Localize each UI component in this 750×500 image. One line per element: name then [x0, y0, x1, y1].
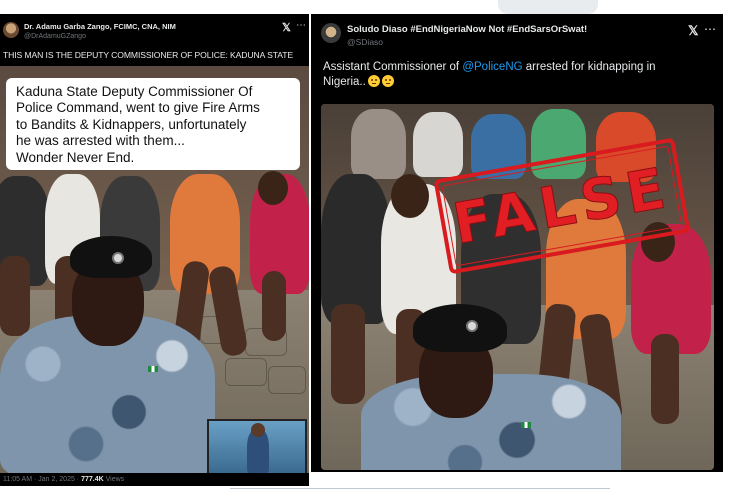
tweet-text-start: Assistant Commissioner of	[323, 61, 463, 73]
tweet-text-line2: Nigeria..	[323, 76, 366, 88]
timestamp[interactable]: 11:05 AM · Jan 2, 2025 ·	[3, 476, 79, 483]
top-decoration	[498, 0, 598, 14]
avatar[interactable]	[3, 22, 19, 38]
x-logo-icon: 𝕏	[282, 22, 291, 34]
x-logo-icon: 𝕏	[688, 23, 699, 38]
tweet-footer: 11:05 AM · Jan 2, 2025 · 777.4K Views	[3, 476, 124, 483]
tweet-photo[interactable]: Kaduna State Deputy Commissioner Of Poli…	[0, 66, 309, 473]
more-icon[interactable]: ⋯	[296, 20, 306, 31]
caption-line: he was arrested with them...	[16, 133, 185, 149]
author-name[interactable]: Soludo Diaso #EndNigeriaNow Not #EndSars…	[347, 24, 587, 35]
views-label: Views	[105, 476, 125, 483]
caption-line: Wonder Never End.	[16, 149, 135, 165]
thinking-face-emoji	[381, 75, 394, 87]
author-handle[interactable]: @DrAdamuGZango	[24, 33, 86, 40]
caption-line: Police Command, went to give Fire Arms	[16, 100, 260, 116]
tweet-headline: THIS MAN IS THE DEPUTY COMMISSIONER OF P…	[3, 50, 293, 60]
views-count: 777.4K	[81, 476, 104, 483]
author-handle[interactable]: @SDiaso	[347, 37, 383, 47]
caption-box: Kaduna State Deputy Commissioner Of Poli…	[6, 78, 300, 170]
avatar[interactable]	[321, 23, 341, 43]
tweet-photo[interactable]: FALSE	[321, 104, 714, 470]
author-name[interactable]: Dr. Adamu Garba Zango, FCIMC, CNA, NIM	[24, 22, 176, 31]
phone-thumbnail	[207, 419, 307, 473]
left-tweet-card: Dr. Adamu Garba Zango, FCIMC, CNA, NIM @…	[0, 14, 309, 486]
right-tweet-card: Soludo Diaso #EndNigeriaNow Not #EndSars…	[311, 14, 723, 472]
divider	[230, 488, 610, 489]
more-icon[interactable]: ⋯	[704, 22, 716, 36]
caption-line: to Bandits & Kidnappers, unfortunately	[16, 116, 247, 132]
tweet-text-end: arrested for kidnapping in	[522, 61, 656, 73]
tweet-text: Assistant Commissioner of @PoliceNG arre…	[323, 60, 713, 90]
grimacing-face-emoji	[367, 75, 380, 87]
caption-line: Kaduna State Deputy Commissioner Of	[16, 84, 253, 99]
mention-link[interactable]: @PoliceNG	[462, 61, 522, 73]
